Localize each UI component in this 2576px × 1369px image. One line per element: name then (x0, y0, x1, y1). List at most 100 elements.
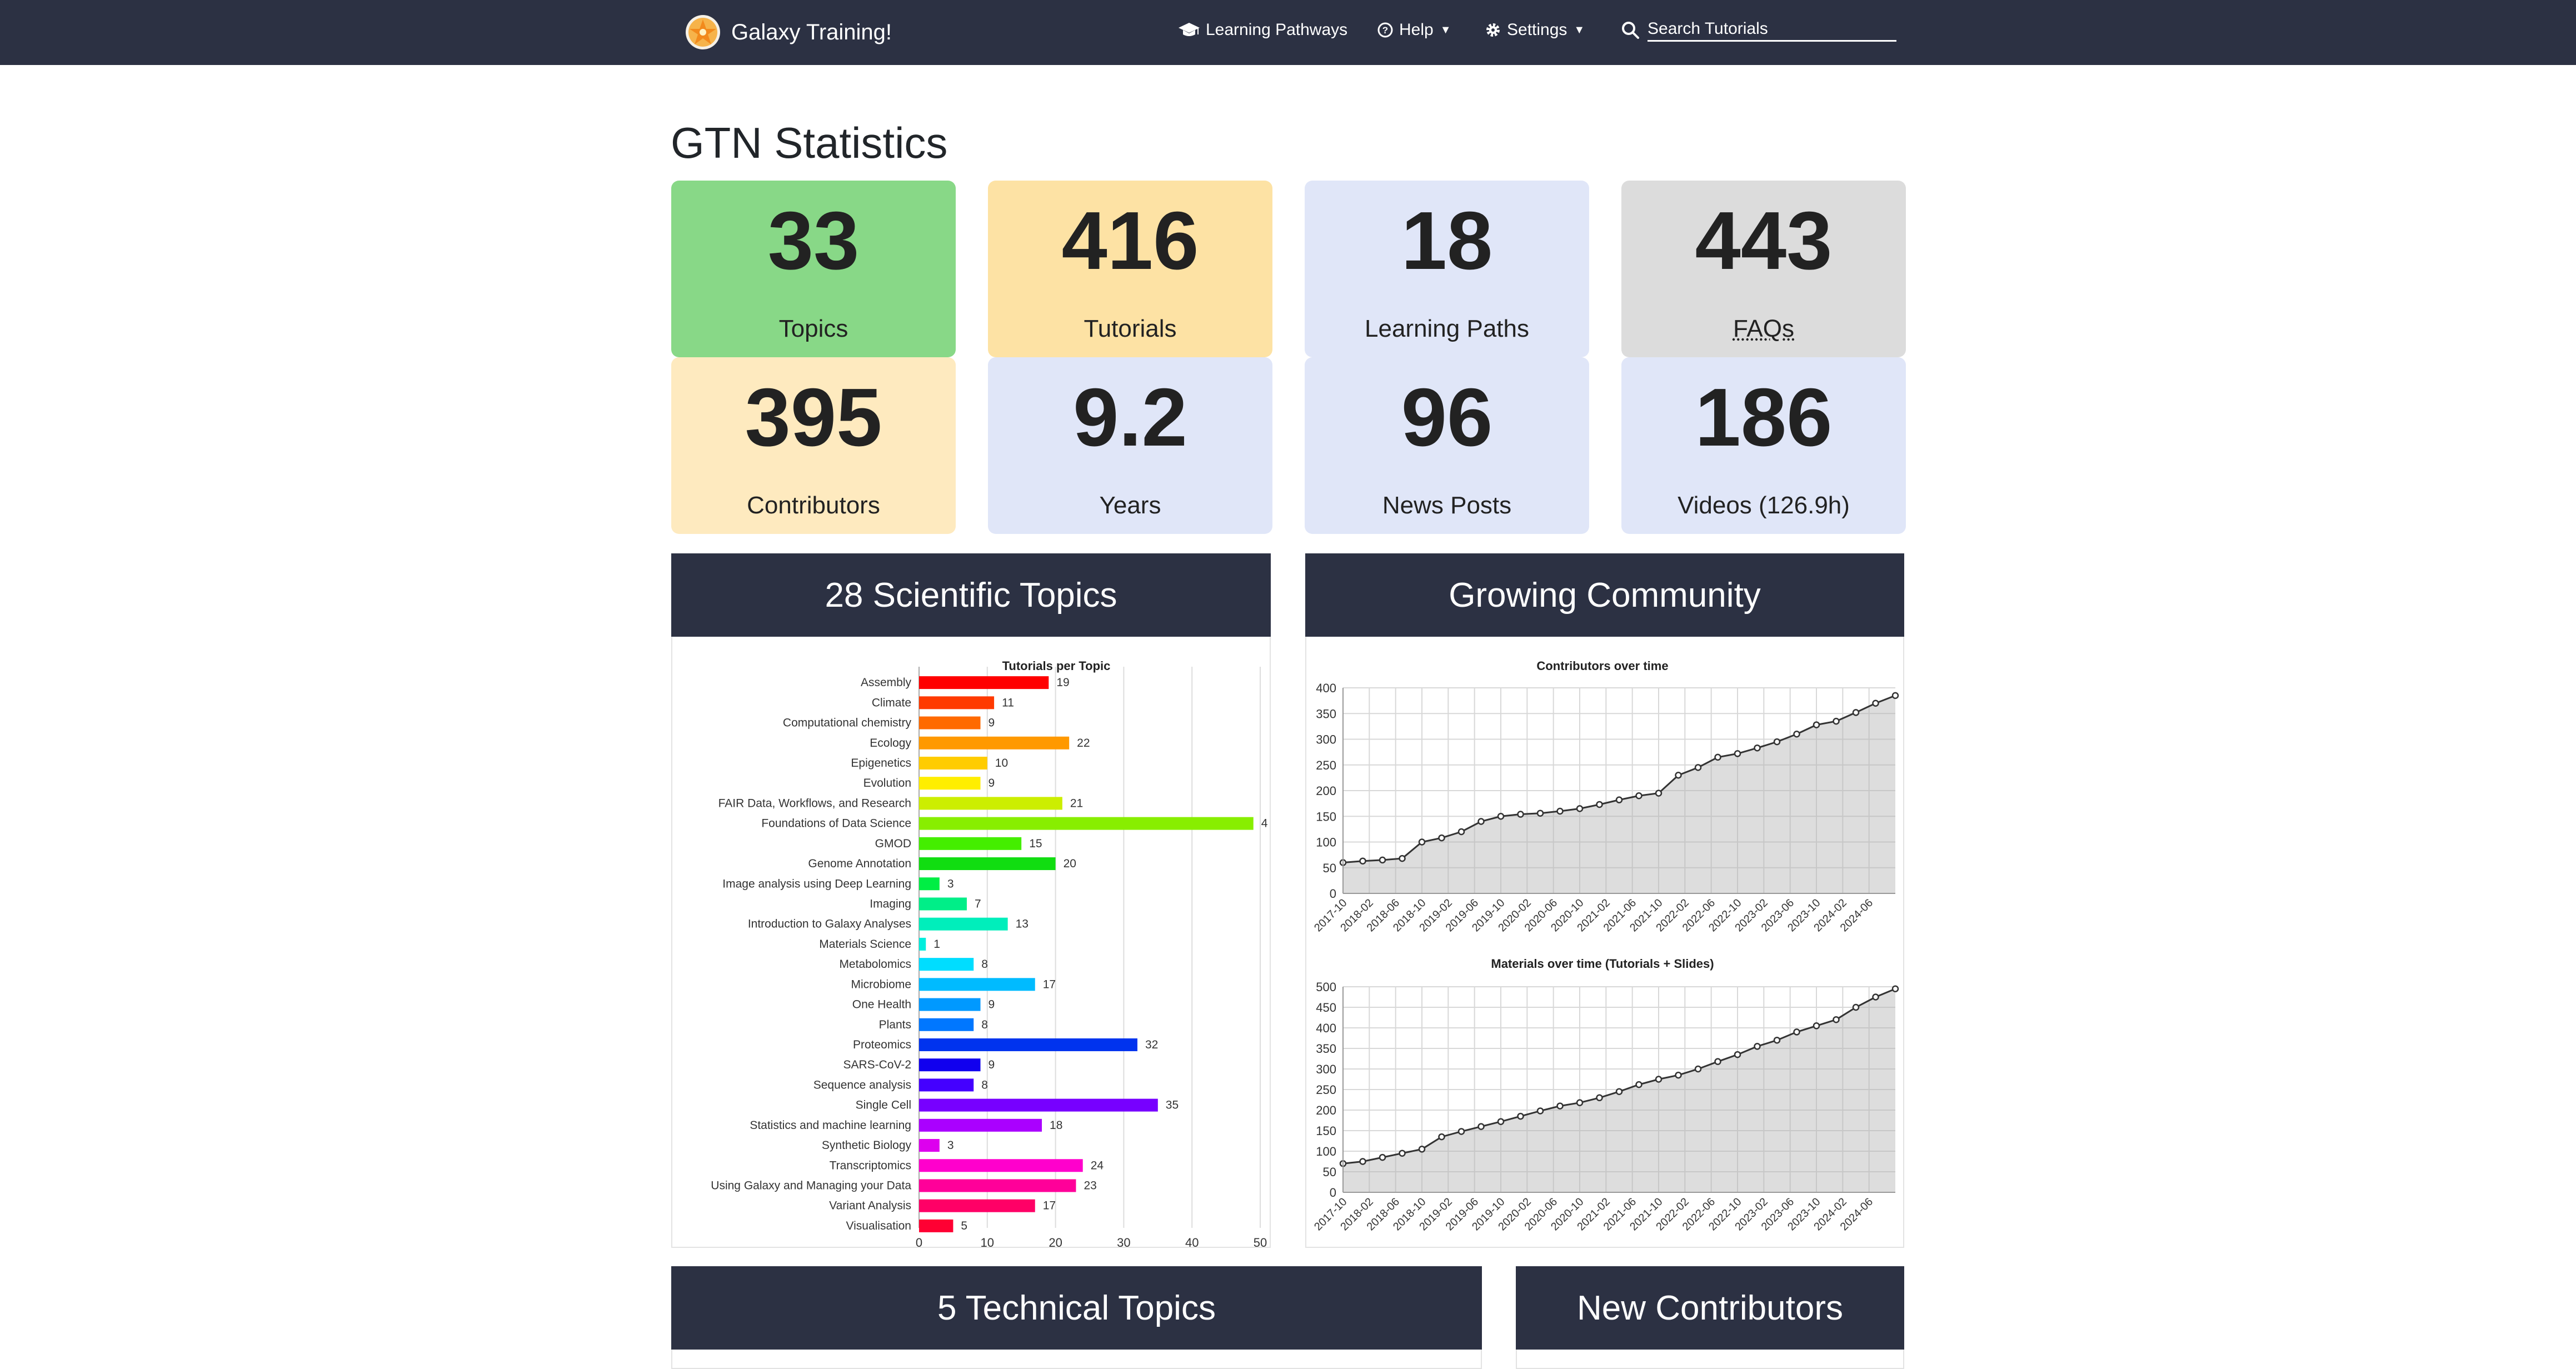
data-point (1852, 709, 1860, 716)
data-label: 9 (989, 717, 995, 730)
series-area (1343, 695, 1895, 893)
bar (919, 958, 974, 971)
search-input[interactable]: Search Tutorials (1648, 18, 1896, 42)
brand-link[interactable]: Galaxy Training! (685, 12, 892, 52)
data-label: 8 (981, 1078, 988, 1091)
category-label: Genome Annotation (808, 857, 911, 870)
data-point (1615, 796, 1623, 803)
category-label: Microbiome (851, 978, 911, 991)
bar (919, 777, 981, 790)
data-label: 7 (975, 897, 981, 910)
question-circle-icon: ? (1377, 22, 1393, 38)
data-point (1694, 764, 1702, 771)
bar (919, 1018, 974, 1031)
chevron-down-icon: ▼ (1440, 23, 1451, 36)
data-point (1615, 1088, 1623, 1095)
scientific-topics-panel: Tutorials per Topic 0 10 20 30 40 50 Assembly 19… (671, 637, 1271, 1248)
data-point (1457, 1128, 1465, 1135)
chart-title: Contributors over time (1536, 659, 1668, 673)
category-label: Ecology (870, 737, 911, 750)
y-tick-label: 300 (1316, 1062, 1336, 1076)
new-contributors-header: New Contributors (1516, 1266, 1904, 1350)
data-point (1714, 1058, 1721, 1065)
y-tick-label: 300 (1316, 733, 1336, 747)
data-point (1773, 1036, 1781, 1044)
bar (919, 1219, 953, 1232)
bar (919, 1179, 1076, 1192)
data-point (1891, 692, 1899, 700)
data-point (1497, 813, 1505, 820)
data-point (1852, 1003, 1860, 1011)
data-point (1596, 801, 1603, 808)
category-label: Imaging (870, 897, 911, 910)
data-label: 9 (989, 1058, 995, 1071)
bar (919, 937, 926, 951)
data-label: 9 (989, 998, 995, 1011)
data-point (1576, 805, 1584, 812)
bar (919, 1139, 940, 1152)
y-tick-label: 150 (1316, 1124, 1336, 1138)
category-label: Assembly (861, 676, 912, 689)
stat-label[interactable]: FAQs (1621, 314, 1906, 344)
bar (919, 1098, 1158, 1112)
y-tick-label: 350 (1316, 707, 1336, 721)
nav-help-dropdown[interactable]: ? Help ▼ (1377, 16, 1451, 44)
galaxy-logo-icon (686, 15, 720, 49)
data-label: 22 (1077, 737, 1090, 750)
data-point (1891, 985, 1899, 992)
nav-settings-dropdown[interactable]: Settings ▼ (1485, 16, 1585, 44)
top-navbar: Galaxy Training! Learning Pathways ? Hel… (0, 0, 2576, 65)
data-label: 20 (1064, 857, 1076, 870)
search-icon (1622, 22, 1639, 39)
gear-icon (1486, 23, 1500, 37)
bar (919, 1038, 1137, 1051)
y-tick-label: 500 (1316, 980, 1336, 994)
bar (919, 797, 1062, 810)
graduation-cap-icon (1179, 23, 1200, 36)
data-point (1418, 1146, 1426, 1153)
data-point (1576, 1099, 1584, 1106)
stat-card-faqs: 443 FAQs (1621, 181, 1906, 357)
stat-value: 9.2 (1073, 372, 1187, 463)
y-tick-label: 250 (1316, 758, 1336, 772)
data-label: 23 (1084, 1179, 1096, 1192)
data-label: 17 (1043, 978, 1056, 991)
data-point (1833, 717, 1840, 725)
data-point (1675, 1071, 1682, 1079)
data-point (1359, 857, 1366, 865)
category-label: Metabolomics (839, 958, 911, 971)
data-point (1438, 834, 1445, 842)
category-label: Introduction to Galaxy Analyses (748, 918, 911, 931)
x-tick-label: 30 (1117, 1236, 1130, 1247)
data-point (1635, 792, 1643, 800)
x-tick-label: 0 (916, 1236, 922, 1247)
y-tick-label: 400 (1316, 1021, 1336, 1035)
data-point (1556, 1102, 1564, 1110)
stat-value: 33 (767, 195, 860, 287)
data-point (1418, 838, 1426, 846)
stat-card-tutorials: 416 Tutorials (988, 181, 1272, 357)
data-label: 8 (981, 958, 988, 971)
stat-label: Contributors (747, 492, 880, 519)
growing-community-panel: Contributors over time 0 50 100 150 200 250 300… (1305, 637, 1904, 1248)
new-contributors-title: New Contributors (1577, 1288, 1843, 1327)
bar (919, 897, 967, 911)
technical-topics-header: 5 Technical Topics (671, 1266, 1482, 1350)
bar (919, 1159, 1083, 1172)
y-tick-label: 100 (1316, 1145, 1336, 1158)
nav-learning-pathways[interactable]: Learning Pathways (1178, 16, 1347, 44)
stat-label: Topics (778, 315, 848, 342)
data-point (1457, 828, 1465, 836)
bar (919, 817, 1254, 830)
data-point (1596, 1094, 1603, 1102)
page-title: GTN Statistics (671, 118, 948, 167)
category-label: SARS-CoV-2 (843, 1058, 911, 1071)
nav-help-label: Help (1399, 21, 1434, 39)
y-tick-label: 200 (1316, 1103, 1336, 1117)
new-contributors-panel (1516, 1350, 1904, 1369)
y-tick-label: 50 (1323, 1165, 1336, 1179)
data-label: 1 (933, 938, 940, 951)
data-label: 4 (1261, 817, 1268, 830)
stat-label: Years (1099, 492, 1161, 519)
bar (919, 1199, 1035, 1212)
